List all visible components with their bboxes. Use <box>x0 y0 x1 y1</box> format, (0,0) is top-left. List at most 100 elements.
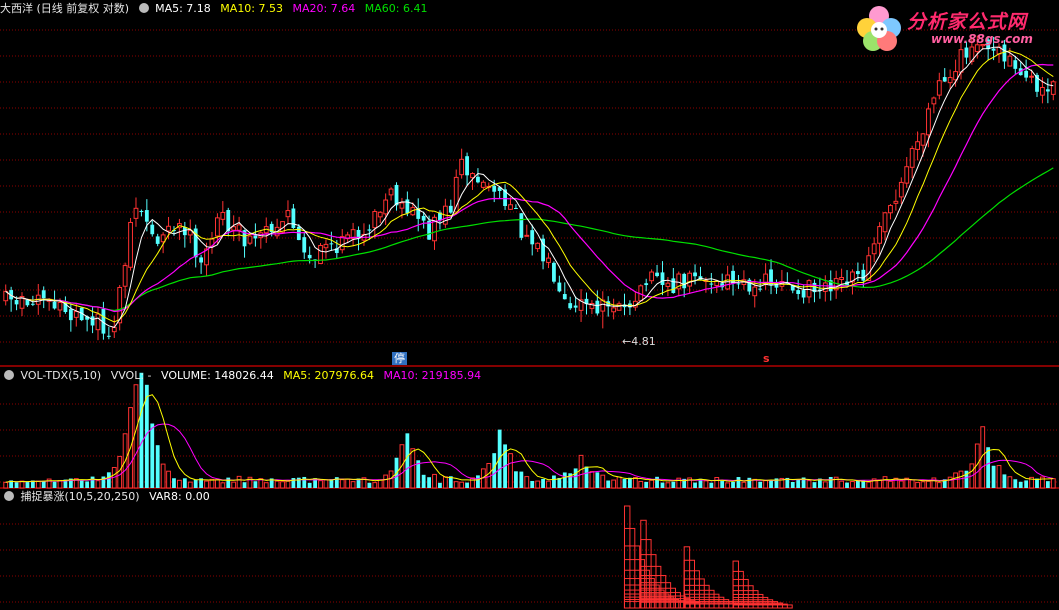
stock-chart[interactable] <box>0 0 1059 610</box>
volume-bar <box>427 477 431 488</box>
candle-body <box>57 302 63 311</box>
candle-body <box>682 273 687 289</box>
candle-body <box>893 200 899 204</box>
candle-body <box>95 313 101 331</box>
volume-bar <box>318 480 323 489</box>
candle-body <box>372 211 378 229</box>
volume-bar <box>758 481 763 488</box>
volume-bar <box>600 474 606 489</box>
volume-bar <box>85 481 90 488</box>
volume-bar <box>187 481 193 489</box>
candle-body <box>904 166 910 184</box>
volume-bar <box>1024 480 1029 488</box>
stock-title: 大西洋 (日线 前复权 对数) <box>0 2 130 15</box>
volume-bar <box>323 479 329 489</box>
candle-body <box>936 80 942 96</box>
candle-body <box>383 199 389 215</box>
candle-body <box>247 235 253 244</box>
vol-ma10-readout: MA10: 219185.94 <box>383 369 482 382</box>
volume-bar <box>345 478 351 489</box>
signal-mark: s <box>763 352 770 365</box>
volume-bar <box>616 476 622 489</box>
low-price-label: ←4.81 <box>622 335 656 348</box>
candle-body <box>595 300 600 314</box>
candle-body <box>1024 70 1029 78</box>
volume-bar <box>665 482 671 489</box>
volume-bar <box>611 479 617 489</box>
candle-body <box>476 176 480 183</box>
candle-body <box>139 210 144 213</box>
volume-bar <box>736 477 741 488</box>
candle-body <box>839 277 845 280</box>
volume-bar <box>14 482 19 488</box>
ma20-line <box>5 63 1054 313</box>
volume-bar <box>595 472 600 488</box>
candle-body <box>822 282 828 292</box>
candle-body <box>888 205 893 214</box>
volume-bar <box>166 470 171 489</box>
candle-body <box>649 271 655 282</box>
ma5-line <box>5 46 1054 328</box>
candle-body <box>1045 89 1050 92</box>
ma60-readout: MA60: 6.41 <box>364 2 428 15</box>
candle-body <box>671 278 676 294</box>
volume-bar <box>182 478 187 488</box>
candle-body <box>508 204 513 210</box>
volume-bar <box>350 481 356 489</box>
candle-body <box>421 215 426 221</box>
candle-body <box>73 311 79 318</box>
collapse-icon[interactable] <box>138 3 149 13</box>
volume-bar <box>377 479 383 489</box>
volume-bar <box>285 480 291 489</box>
candle-body <box>302 237 307 253</box>
candle-body <box>133 207 139 219</box>
volume-bar <box>214 479 220 489</box>
candle-body <box>660 272 665 285</box>
low-arrow-icon: ← <box>622 335 632 348</box>
collapse-icon[interactable] <box>4 491 14 501</box>
candle-body <box>323 243 329 249</box>
candle-body <box>160 234 166 243</box>
volume-bar <box>150 423 155 488</box>
volume-bar <box>578 454 584 489</box>
volume-readout: VOLUME: 148026.44 <box>161 369 274 382</box>
candle-body <box>796 290 801 294</box>
candle-body <box>616 303 622 311</box>
volume-bar <box>573 468 578 488</box>
collapse-icon[interactable] <box>4 370 14 380</box>
volume-bar <box>986 447 991 488</box>
candle-body <box>30 303 35 305</box>
candle-body <box>573 305 578 308</box>
volume-bar <box>453 481 459 489</box>
volume-bar <box>220 482 226 489</box>
candle-body <box>122 265 128 287</box>
indicator-bar <box>640 519 647 609</box>
candle-body <box>855 271 860 275</box>
indicator-bar <box>623 505 631 609</box>
volume-bar <box>1045 481 1050 488</box>
candle-body <box>958 49 964 73</box>
volume-bar <box>660 482 665 488</box>
volume-bar <box>866 481 872 489</box>
volume-bar <box>541 478 545 488</box>
candle-body <box>214 217 220 237</box>
volume-bar <box>763 480 769 489</box>
volume-bar <box>155 445 160 488</box>
volume-bar <box>492 453 497 488</box>
volume-bar <box>958 470 964 489</box>
volume-bar <box>177 479 182 489</box>
volume-bar <box>459 481 465 489</box>
volume-bar <box>291 478 296 488</box>
volume-bar <box>106 472 111 488</box>
candle-body <box>693 272 697 277</box>
volume-bar <box>714 477 720 489</box>
candle-body <box>1040 86 1045 96</box>
volume-bar <box>909 479 915 489</box>
volume-bar <box>57 479 63 489</box>
volume-bar <box>1007 476 1013 489</box>
volume-bar <box>996 465 1002 489</box>
volume-bar <box>882 476 888 489</box>
volume-bar <box>339 479 345 489</box>
flower-icon <box>857 6 901 51</box>
candle-body <box>90 316 95 326</box>
